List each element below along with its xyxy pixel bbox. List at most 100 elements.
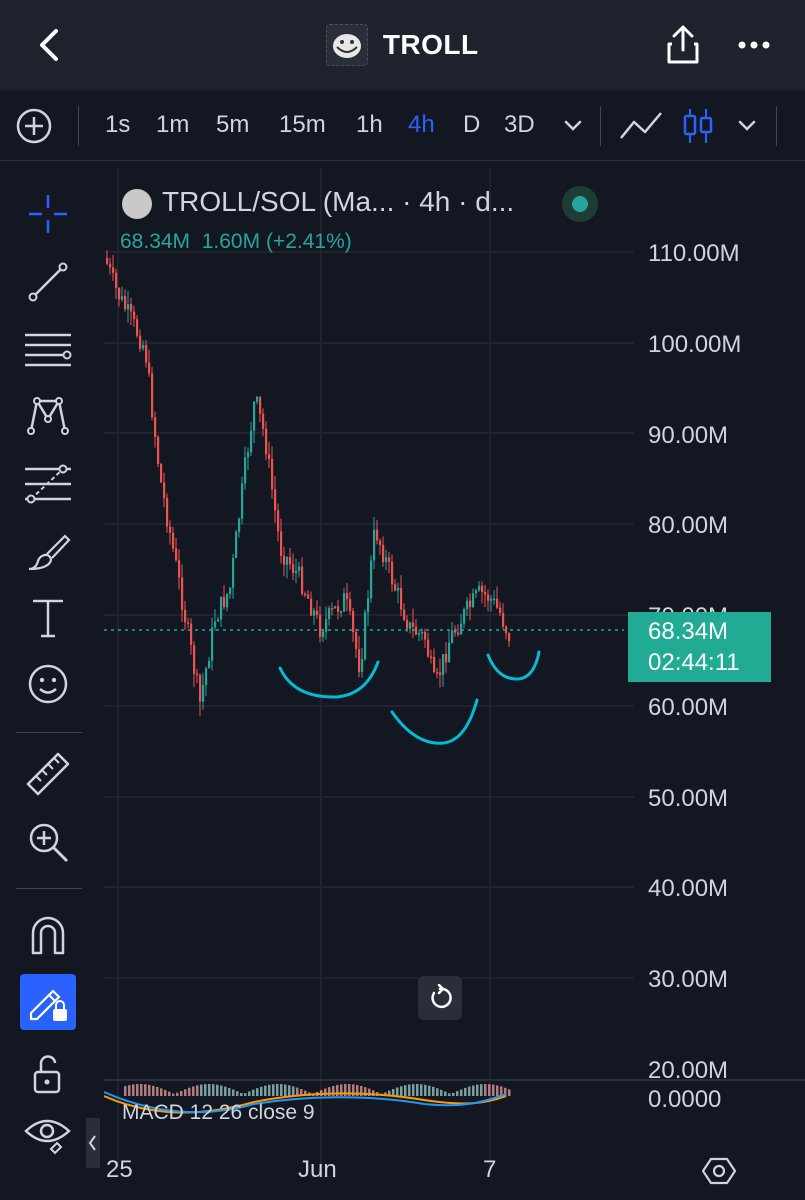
timeframe-4h[interactable]: 4h <box>408 111 435 139</box>
pattern-tool[interactable] <box>20 388 76 444</box>
share-button[interactable] <box>660 22 706 68</box>
horizontal-lines-tool[interactable] <box>20 322 76 378</box>
chart-type-dropdown[interactable] <box>734 112 760 138</box>
macd-bar <box>488 1084 491 1096</box>
unlock-tool[interactable] <box>20 1046 76 1102</box>
candle-body <box>121 296 124 300</box>
candle-body <box>307 594 310 599</box>
macd-bar <box>144 1084 147 1096</box>
candle-body <box>388 557 391 562</box>
candle-body <box>292 564 295 574</box>
candle-body <box>325 618 328 632</box>
timeframe-1s[interactable]: 1s <box>105 111 130 139</box>
macd-bar <box>508 1089 511 1096</box>
visibility-tool[interactable] <box>20 1106 76 1162</box>
y-tick: 100.00M <box>648 331 742 358</box>
candle-body <box>163 482 166 499</box>
crosshair-tool[interactable] <box>20 186 76 242</box>
timeframe-3d[interactable]: 3D <box>504 111 535 139</box>
candle-body <box>133 311 136 320</box>
macd-bar <box>152 1085 155 1096</box>
horizontal-lines-icon <box>25 333 72 367</box>
market-status-indicator[interactable] <box>562 186 598 222</box>
brush-icon <box>28 534 71 571</box>
candle-body <box>172 532 175 549</box>
x-tick: Jun <box>298 1156 337 1183</box>
forecast-tool[interactable] <box>20 456 76 512</box>
price-tag-countdown: 02:44:11 <box>648 649 740 676</box>
candle-body <box>136 319 139 336</box>
x-tick: 7 <box>483 1156 497 1183</box>
candle-body <box>319 614 322 637</box>
candle-body <box>463 609 466 624</box>
macd-bar <box>332 1085 335 1096</box>
candle-body <box>205 668 208 686</box>
rail-divider <box>16 732 82 733</box>
reset-chart-button[interactable] <box>418 976 462 1020</box>
candle-body <box>331 608 334 610</box>
macd-bar <box>412 1084 415 1096</box>
macd-bar <box>436 1088 439 1096</box>
macd-bar <box>244 1093 247 1096</box>
collapse-panel-button[interactable] <box>86 1118 100 1168</box>
macd-bar <box>284 1084 287 1096</box>
candle-body <box>484 592 487 595</box>
macd-bar <box>456 1091 459 1096</box>
price-chart[interactable] <box>104 168 805 1200</box>
pattern-icon <box>27 397 69 435</box>
zoom-in-tool[interactable] <box>20 814 76 870</box>
candle-body <box>238 518 241 533</box>
timeframe-1h[interactable]: 1h <box>356 111 383 139</box>
macd-bar <box>212 1084 215 1096</box>
macd-bar <box>128 1085 131 1096</box>
candle-body <box>250 430 253 453</box>
chart-settings-button[interactable] <box>702 1154 736 1188</box>
macd-bar <box>208 1084 211 1096</box>
macd-bar <box>236 1091 239 1096</box>
candle-body <box>355 631 358 650</box>
forecast-icon <box>25 464 71 504</box>
macd-bar <box>484 1084 487 1096</box>
symbol-info[interactable]: TROLL/SOL (Ma... · 4h · d... <box>122 186 514 219</box>
ruler-icon <box>26 752 70 796</box>
more-button[interactable] <box>734 30 774 60</box>
candle-body <box>280 531 283 556</box>
ohlc-values: 68.34M 1.60M (+2.41%) <box>120 230 352 254</box>
timeframe-5m[interactable]: 5m <box>216 111 249 139</box>
candle-body <box>184 609 187 623</box>
candle-body <box>433 657 436 673</box>
chart-pane[interactable]: TROLL/SOL (Ma... · 4h · d... 68.34M 1.60… <box>86 168 805 1200</box>
trend-line-tool[interactable] <box>20 254 76 310</box>
emoji-tool[interactable] <box>20 656 76 712</box>
x-tick: 25 <box>106 1156 133 1183</box>
lock-drawings-tool[interactable] <box>20 974 76 1030</box>
candle-body <box>322 631 325 637</box>
candle-body <box>367 598 370 613</box>
macd-indicator-label[interactable]: MACD 12 26 close 9 <box>122 1101 315 1125</box>
top-bar: TROLL <box>0 0 805 90</box>
candle-body <box>277 510 280 532</box>
candle-body <box>109 263 112 268</box>
timeframe-toolbar: 1s 1m 5m 15m 1h 4h D 3D <box>0 92 805 161</box>
macd-bar <box>396 1087 399 1096</box>
candle-body <box>415 626 418 635</box>
candle-body <box>178 560 181 578</box>
candle-body <box>418 633 421 635</box>
timeframe-1m[interactable]: 1m <box>156 111 189 139</box>
macd-bar <box>272 1084 275 1096</box>
macd-bar <box>288 1085 291 1096</box>
add-indicator-button[interactable] <box>14 106 54 146</box>
timeframe-dropdown[interactable] <box>560 112 586 138</box>
candle-body <box>271 458 274 490</box>
macd-bar <box>184 1089 187 1096</box>
ruler-tool[interactable] <box>20 746 76 802</box>
text-tool[interactable] <box>20 590 76 646</box>
macd-bar <box>132 1084 135 1096</box>
drawing-tool-button[interactable] <box>618 108 664 144</box>
timeframe-d[interactable]: D <box>463 111 480 139</box>
candle-body <box>301 566 304 594</box>
brush-tool[interactable] <box>20 524 76 580</box>
magnet-tool[interactable] <box>20 906 76 962</box>
timeframe-15m[interactable]: 15m <box>279 111 326 139</box>
chart-type-button[interactable] <box>680 106 716 146</box>
